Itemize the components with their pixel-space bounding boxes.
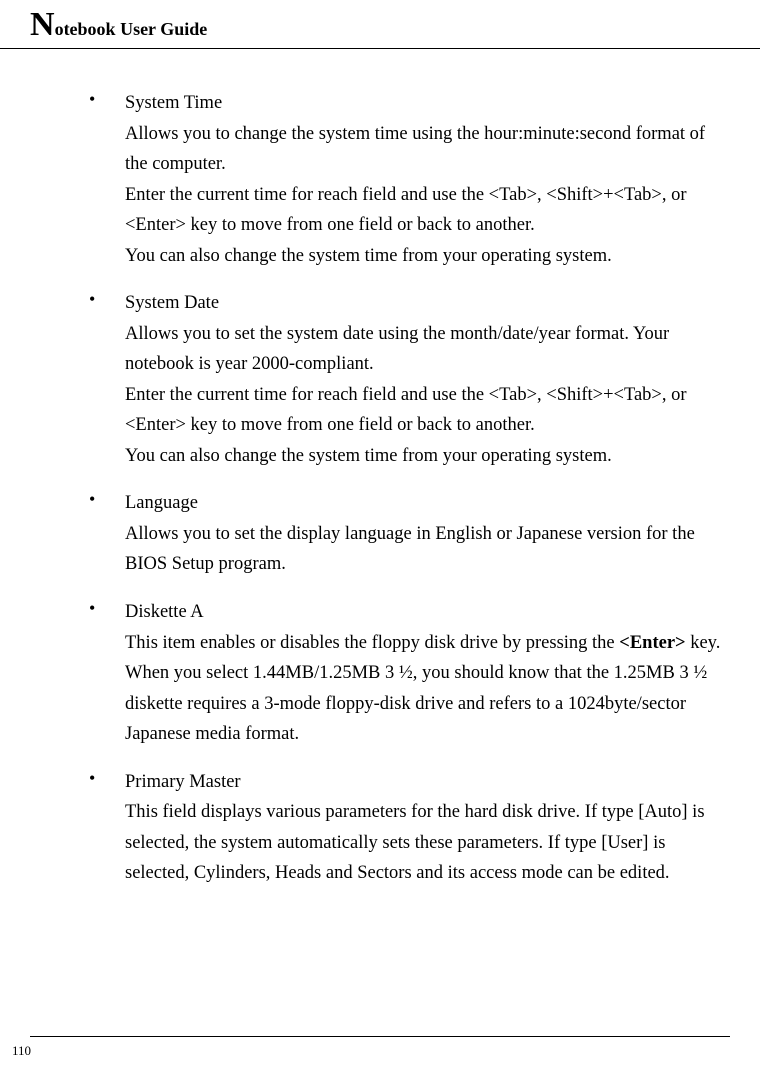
item-body: This item enables or disables the floppy… — [125, 628, 725, 750]
list-item: System Date Allows you to set the system… — [125, 289, 730, 471]
item-body: This field displays various parameters f… — [125, 797, 725, 889]
page-number: 110 — [0, 1037, 760, 1059]
item-title: Primary Master — [125, 768, 725, 798]
page-header: Notebook User Guide — [0, 0, 760, 49]
header-title-rest: otebook User Guide — [55, 19, 208, 39]
item-title: System Time — [125, 89, 725, 119]
header-dropcap: N — [30, 6, 55, 43]
list-item: Primary Master This field displays vario… — [125, 768, 730, 889]
page-content: System Time Allows you to change the sys… — [0, 49, 760, 889]
item-body: Allows you to set the system date using … — [125, 319, 725, 472]
list-item: Language Allows you to set the display l… — [125, 489, 730, 580]
item-title: Diskette A — [125, 598, 725, 628]
item-title: System Date — [125, 289, 725, 319]
page-footer: 110 — [0, 1036, 760, 1059]
header-title: Notebook User Guide — [30, 8, 730, 42]
list-item: System Time Allows you to change the sys… — [125, 89, 730, 271]
item-body: Allows you to set the display language i… — [125, 519, 725, 580]
bios-settings-list: System Time Allows you to change the sys… — [30, 89, 730, 889]
list-item: Diskette A This item enables or disables… — [125, 598, 730, 750]
item-title: Language — [125, 489, 725, 519]
item-body: Allows you to change the system time usi… — [125, 119, 725, 272]
